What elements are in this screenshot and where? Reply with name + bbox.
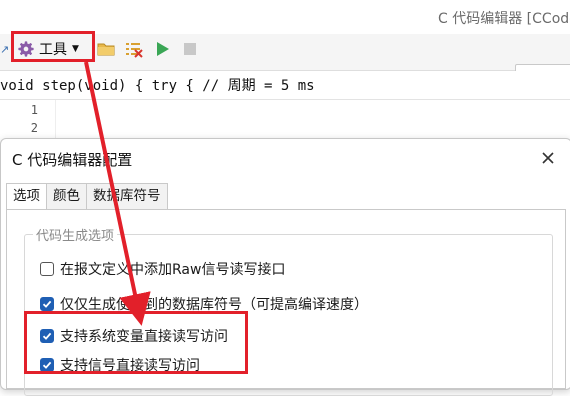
tab-options[interactable]: 选项 [6,183,47,210]
option-signal-access[interactable]: 支持信号直接读写访问 [40,355,200,375]
line-number: 2 [30,121,38,135]
run-icon[interactable] [152,39,172,59]
stop-icon[interactable] [180,39,200,59]
close-icon[interactable] [538,148,558,168]
gear-icon [18,41,34,57]
checkbox-checked-icon[interactable] [40,358,54,372]
option-system-variable-access[interactable]: 支持系统变量直接读写访问 [40,326,228,346]
option-label: 支持信号直接读写访问 [60,358,200,374]
toolbar: ↗ 工具 ▼ [0,34,570,74]
checkbox-checked-icon[interactable] [40,329,54,343]
tab-colors[interactable]: 颜色 [46,183,87,209]
option-label: 在报文定义中添加Raw信号读写接口 [60,262,286,278]
chevron-down-icon: ▼ [72,44,79,54]
tools-menu-label: 工具 [39,42,67,58]
arrow-fragment-icon: ↗ [0,43,10,56]
group-title: 代码生成选项 [33,225,118,244]
option-used-symbols-only[interactable]: 仅仅生成使用到的数据库符号（可提高编译速度） [40,294,368,314]
line-number: 1 [30,103,38,117]
code-generation-group: 代码生成选项 在报文定义中添加Raw信号读写接口 仅仅生成使用到的数据库符号（可… [24,225,553,396]
folder-icon[interactable] [96,39,116,59]
tab-bar: 选项 颜色 数据库符号 [6,183,168,210]
checkbox-checked-icon[interactable] [40,297,54,311]
checklist-edit-icon[interactable] [124,39,144,59]
option-raw-signal-rw[interactable]: 在报文定义中添加Raw信号读写接口 [40,259,285,279]
window-title: C 代码编辑器 [CCode [438,11,570,27]
tab-database-symbols[interactable]: 数据库符号 [86,183,168,209]
config-dialog: C 代码编辑器配置 选项 颜色 数据库符号 代码生成选项 在报文定义中添加Raw… [0,138,570,396]
options-panel: 代码生成选项 在报文定义中添加Raw信号读写接口 仅仅生成使用到的数据库符号（可… [6,209,566,396]
option-label: 仅仅生成使用到的数据库符号（可提高编译速度） [60,297,368,313]
checkbox-unchecked-icon[interactable] [40,262,54,276]
option-label: 支持系统变量直接读写访问 [60,329,228,345]
divider [0,99,570,100]
tools-menu-button[interactable]: 工具 ▼ [13,37,83,61]
title-bar: C 代码编辑器 [CCode [0,0,570,34]
dialog-title: C 代码编辑器配置 [12,151,133,169]
code-line: void step(void) { try { // 周期 = 5 ms [0,78,315,94]
